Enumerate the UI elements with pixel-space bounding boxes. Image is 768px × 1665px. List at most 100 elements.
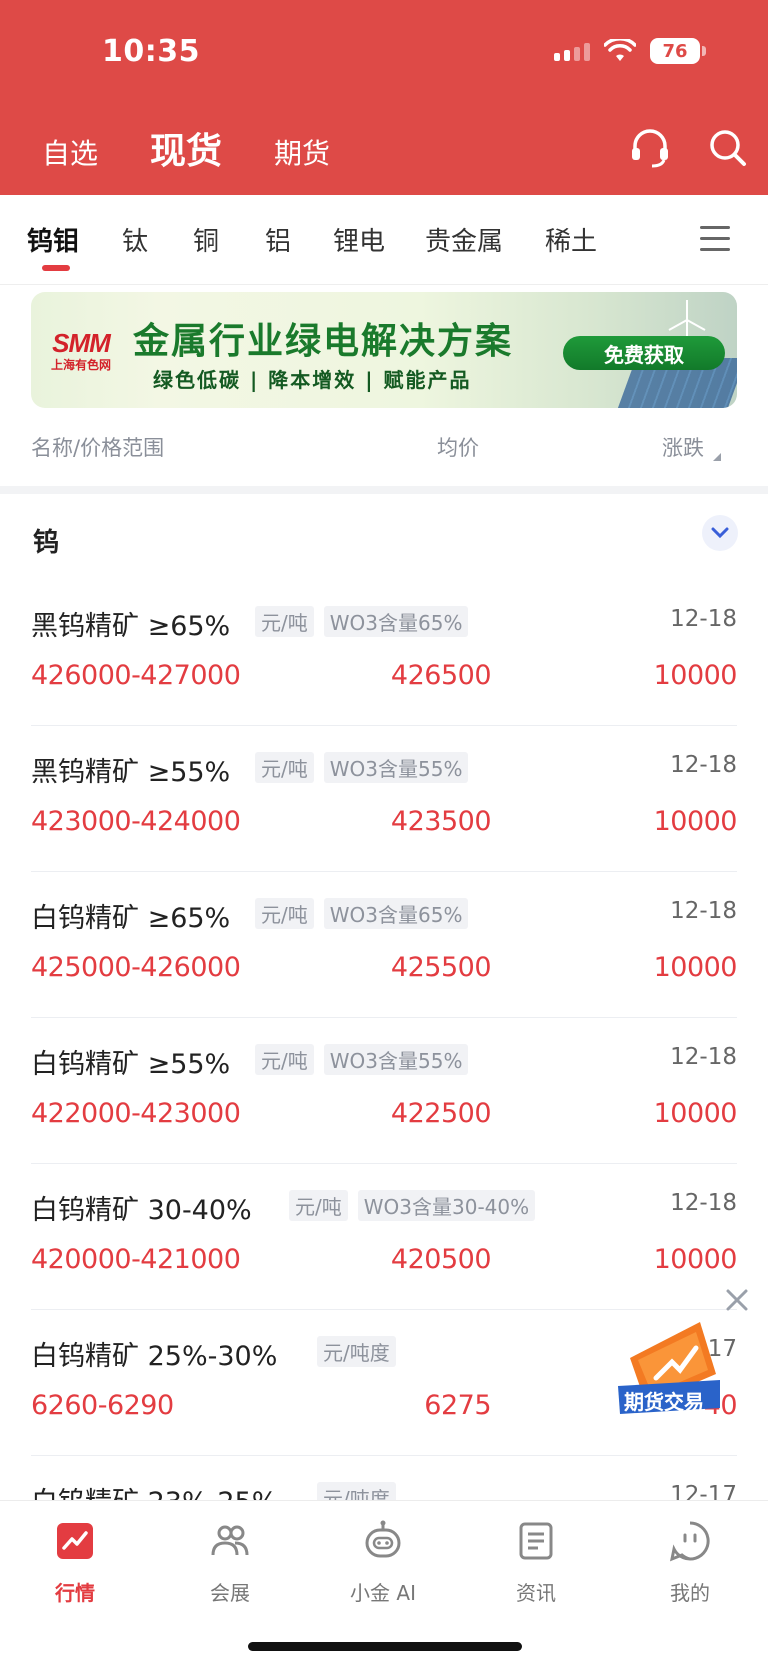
column-change-header[interactable]: 涨跌 (662, 432, 721, 462)
battery-indicator: 76 (650, 38, 706, 64)
product-tags: 元/吨 WO3含量55% (255, 1044, 469, 1075)
status-time: 10:35 (102, 34, 200, 69)
news-icon (519, 1522, 553, 1560)
tab-futures[interactable]: 期货 (274, 132, 330, 172)
tabbar-label: 我的 (670, 1581, 710, 1605)
product-name: 白钨精矿 30-40% (31, 1195, 252, 1226)
price-change: 10000 (653, 1098, 738, 1129)
spec-tag: WO3含量55% (323, 1044, 469, 1075)
tab-aluminum[interactable]: 铝 (265, 221, 291, 258)
average-price: 425500 (390, 952, 492, 983)
sort-indicator-icon (712, 453, 721, 461)
tabbar-label: 小金 AI (350, 1581, 416, 1605)
smm-logo: SMM 上海有色网 (50, 328, 111, 372)
tabbar-label: 会展 (210, 1581, 250, 1605)
price-date: 12-18 (670, 1044, 737, 1070)
cellular-signal-icon (554, 41, 590, 61)
price-change: 10000 (653, 806, 738, 837)
top-header: 10:35 76 自选 现货 期货 (0, 0, 768, 195)
tab-precious-metals[interactable]: 贵金属 (425, 221, 503, 258)
price-row[interactable]: 黑钨精矿 ≥65% 元/吨 WO3含量65% 12-18 426000-4270… (31, 580, 738, 726)
market-chart-icon (57, 1523, 93, 1559)
unit-tag: 元/吨 (255, 898, 314, 929)
tabbar-item-news[interactable]: 资讯 (481, 1519, 591, 1606)
tab-rare-earth[interactable]: 稀土 (545, 221, 597, 258)
unit-tag: 元/吨度 (317, 1336, 396, 1367)
section-divider (0, 486, 768, 494)
price-range: 420000-421000 (31, 1244, 241, 1275)
price-row[interactable]: 白钨精矿 ≥65% 元/吨 WO3含量65% 12-18 425000-4260… (31, 872, 738, 1018)
headset-icon[interactable] (628, 128, 672, 168)
price-change: 10000 (653, 1244, 738, 1275)
collapse-button[interactable] (702, 515, 738, 551)
column-avg-header[interactable]: 均价 (437, 432, 479, 462)
chevron-down-icon (711, 527, 729, 539)
market-type-tabs: 自选 现货 期货 (42, 122, 330, 174)
banner-subtitle: 绿色低碳 | 降本增效 | 赋能产品 (153, 368, 472, 392)
price-date: 12-18 (670, 752, 737, 778)
spec-tag: WO3含量55% (323, 752, 469, 783)
product-name: 黑钨精矿 ≥65% (31, 611, 231, 642)
futures-trading-float-button[interactable]: 期货交易 (616, 1318, 724, 1418)
tabbar-item-market[interactable]: 行情 (20, 1519, 130, 1606)
tabbar-item-ai[interactable]: 小金 AI (328, 1519, 438, 1606)
section-title: 钨 (33, 528, 60, 558)
tabbar-label: 行情 (55, 1581, 95, 1605)
unit-tag: 元/吨 (255, 1044, 314, 1075)
tab-lithium[interactable]: 锂电 (333, 221, 385, 258)
tab-tungsten-molybdenum[interactable]: 钨钼 (27, 221, 79, 258)
tabbar-label: 资讯 (516, 1581, 556, 1605)
active-tab-indicator (42, 265, 70, 271)
tabbar-item-profile[interactable]: 我的 (635, 1519, 745, 1606)
price-row[interactable]: 白钨精矿 30-40% 元/吨 WO3含量30-40% 12-18 420000… (31, 1164, 738, 1310)
price-range: 425000-426000 (31, 952, 241, 983)
price-change: 10000 (653, 660, 738, 691)
unit-tag: 元/吨 (255, 606, 314, 637)
spec-tag: WO3含量65% (323, 606, 469, 637)
product-name: 白钨精矿 25%-30% (31, 1341, 278, 1372)
tab-watchlist[interactable]: 自选 (42, 132, 98, 172)
close-icon[interactable] (724, 1287, 750, 1313)
category-tabs: 钨钼 钛 铜 铝 锂电 贵金属 稀土 (0, 195, 768, 285)
spec-tag: WO3含量65% (323, 898, 469, 929)
promo-banner[interactable]: SMM 上海有色网 金属行业绿电解决方案 绿色低碳 | 降本增效 | 赋能产品 … (31, 292, 737, 408)
average-price: 6275 (424, 1390, 491, 1421)
price-range: 426000-427000 (31, 660, 241, 691)
product-tags: 元/吨 WO3含量65% (255, 606, 469, 637)
float-ad-label: 期货交易 (624, 1390, 704, 1414)
unit-tag: 元/吨 (255, 752, 314, 783)
banner-title: 金属行业绿电解决方案 (133, 321, 514, 362)
price-row[interactable]: 白钨精矿 ≥55% 元/吨 WO3含量55% 12-18 422000-4230… (31, 1018, 738, 1164)
price-date: 12-18 (670, 1190, 737, 1216)
tab-spot[interactable]: 现货 (150, 122, 222, 174)
robot-icon (365, 1520, 401, 1558)
unit-tag: 元/吨 (289, 1190, 348, 1221)
wifi-icon (604, 39, 636, 61)
product-name: 白钨精矿 ≥65% (31, 903, 231, 934)
menu-icon[interactable] (700, 226, 730, 252)
average-price: 426500 (390, 660, 492, 691)
price-date: 12-18 (670, 606, 737, 632)
tabbar-item-exhibition[interactable]: 会展 (175, 1519, 285, 1606)
tab-copper[interactable]: 铜 (193, 221, 219, 258)
bottom-tab-bar: 行情 会展 小金 AI 资讯 我的 (0, 1500, 768, 1665)
tab-titanium[interactable]: 钛 (122, 221, 148, 258)
people-icon (211, 1525, 249, 1556)
status-icons: 76 (554, 38, 706, 64)
column-name-header: 名称/价格范围 (31, 436, 165, 460)
column-change-label: 涨跌 (662, 436, 704, 460)
price-change: 10000 (653, 952, 738, 983)
banner-cta-button[interactable]: 免费获取 (563, 336, 725, 370)
price-range: 423000-424000 (31, 806, 241, 837)
average-price: 423500 (390, 806, 492, 837)
price-range: 422000-423000 (31, 1098, 241, 1129)
product-tags: 元/吨 WO3含量30-40% (289, 1190, 536, 1221)
price-date: 12-18 (670, 898, 737, 924)
price-range: 6260-6290 (31, 1390, 174, 1421)
average-price: 422500 (390, 1098, 492, 1129)
price-row[interactable]: 黑钨精矿 ≥55% 元/吨 WO3含量55% 12-18 423000-4240… (31, 726, 738, 872)
profile-icon (669, 1521, 710, 1562)
product-tags: 元/吨 WO3含量65% (255, 898, 469, 929)
product-tags: 元/吨度 (317, 1336, 396, 1367)
search-icon[interactable] (708, 128, 748, 168)
